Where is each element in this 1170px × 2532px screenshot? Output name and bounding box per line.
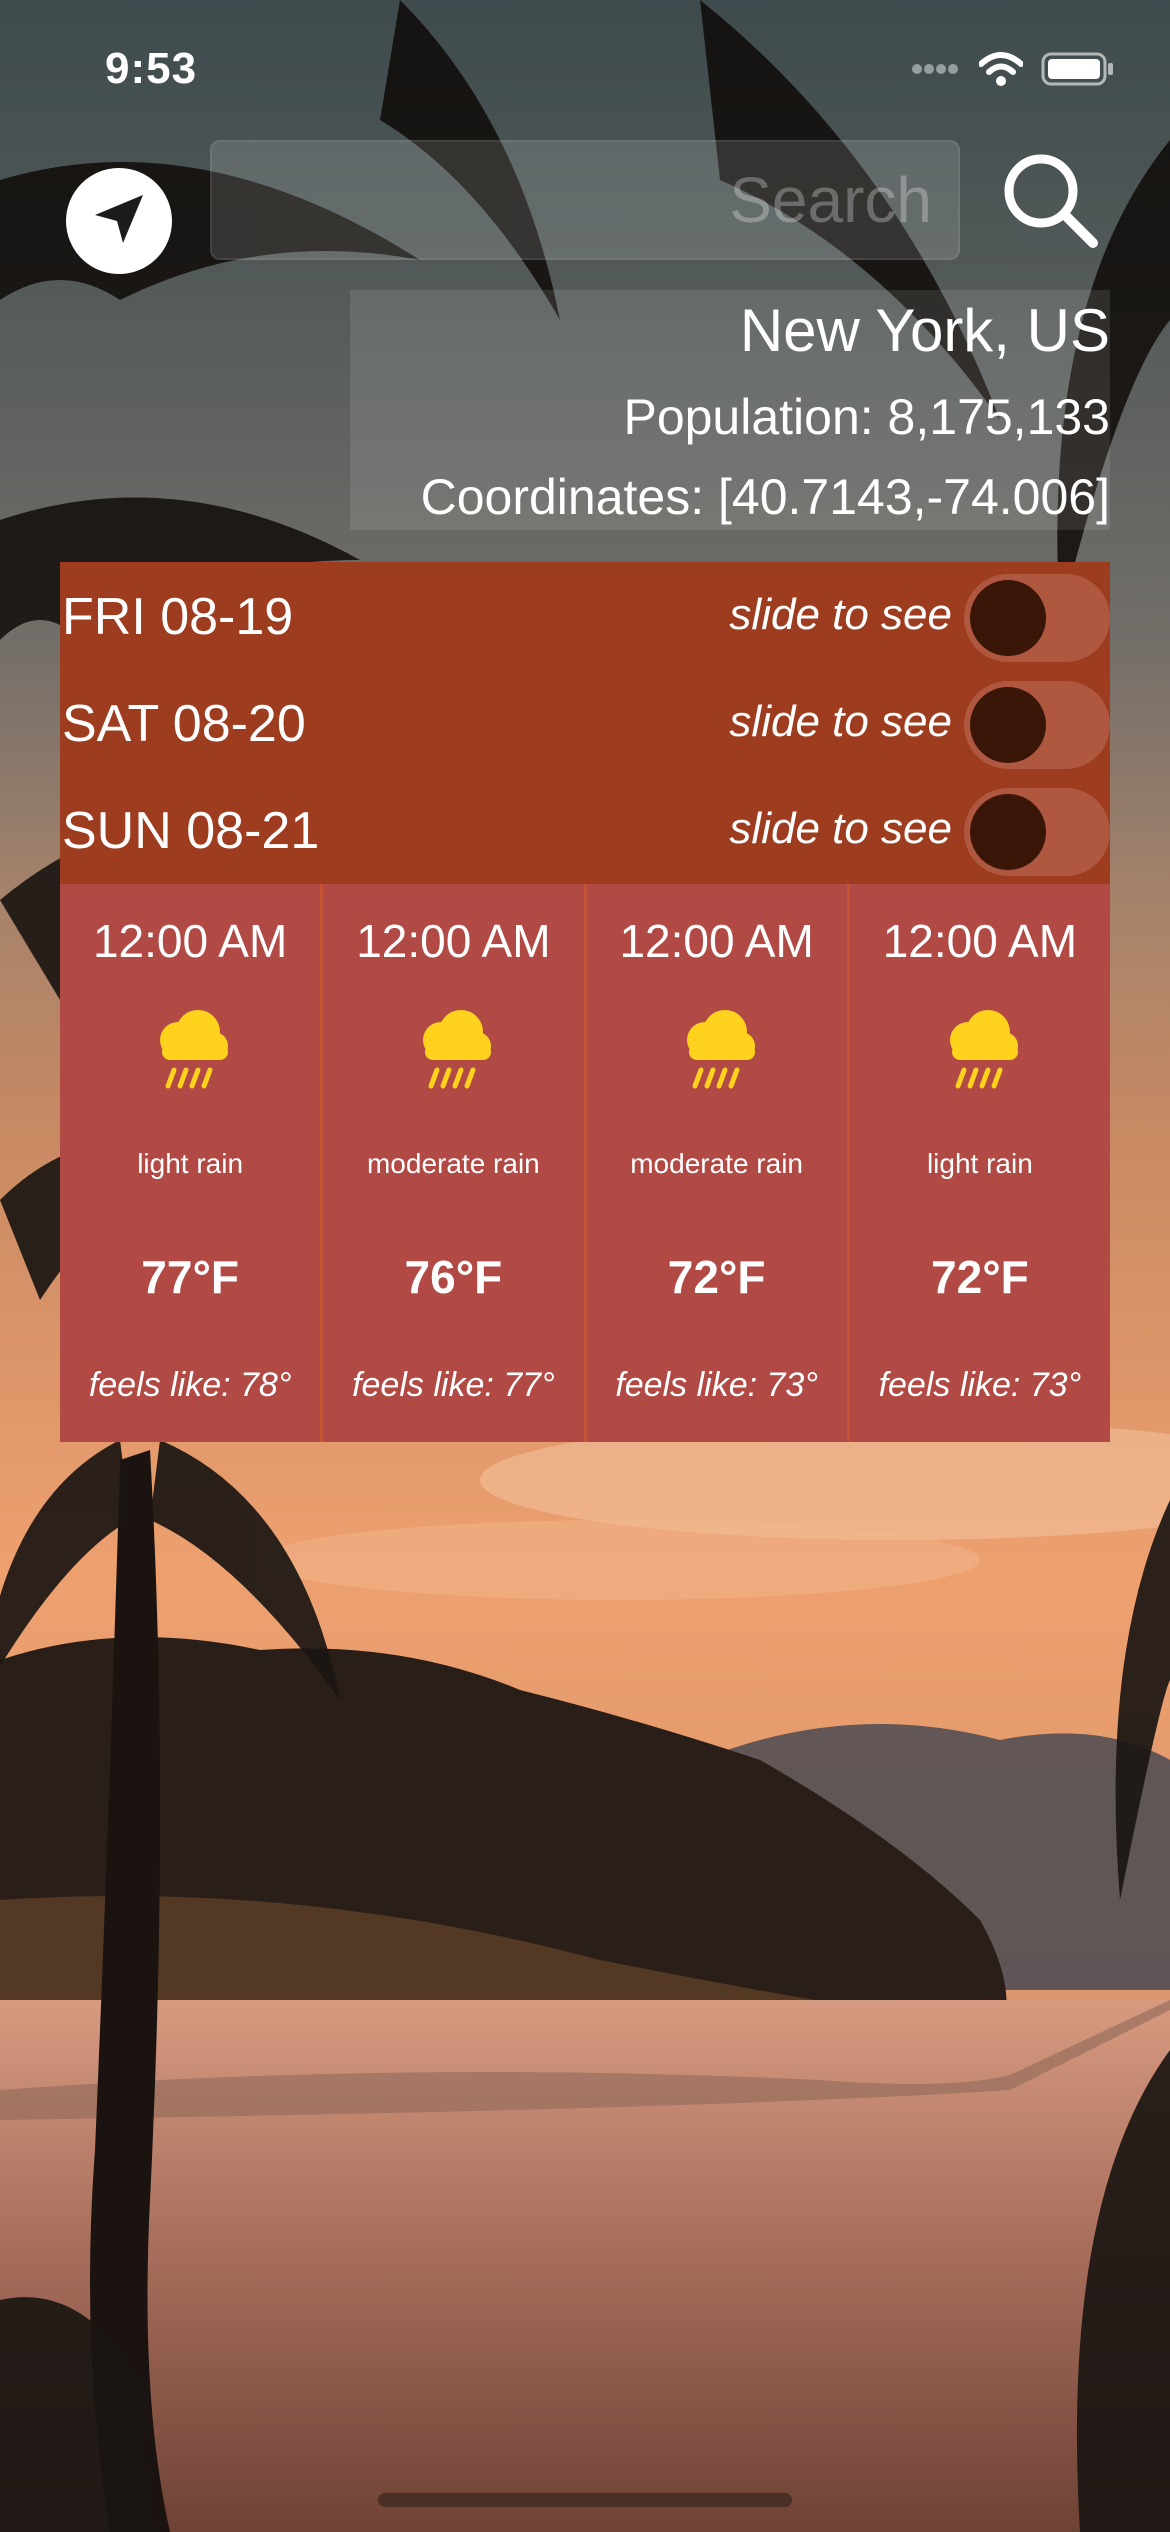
- hour-feels-like: feels like: 73°: [878, 1366, 1082, 1404]
- day-toggle[interactable]: [964, 681, 1110, 769]
- day-toggle[interactable]: [964, 574, 1110, 662]
- wifi-icon: [978, 52, 1024, 91]
- hour-time: 12:00 AM: [619, 915, 814, 967]
- hour-time: 12:00 AM: [92, 915, 288, 967]
- hour-temperature: 77°F: [141, 1251, 239, 1303]
- city-population: Population: 8,175,133: [623, 389, 1110, 445]
- search-input[interactable]: [212, 142, 958, 258]
- hour-cell[interactable]: 12:00 AM moderate rain 72°F feels like: …: [583, 884, 847, 1442]
- hour-description: light rain: [137, 1148, 244, 1179]
- hour-description: moderate rain: [366, 1148, 540, 1179]
- day-hint: slide to see: [729, 804, 952, 853]
- day-row: SUN 08-21 slide to see: [60, 776, 1110, 884]
- hour-feels-like: feels like: 73°: [615, 1366, 818, 1404]
- city-name: New York, US: [739, 297, 1110, 364]
- rain-cloud-icon: [949, 1010, 1018, 1089]
- rain-cloud-icon: [160, 1010, 229, 1089]
- status-time: 9:53: [105, 44, 198, 93]
- status-icons: [911, 52, 1115, 91]
- hour-description: moderate rain: [630, 1148, 803, 1179]
- day-toggle[interactable]: [964, 788, 1110, 876]
- rain-cloud-icon: [423, 1010, 492, 1089]
- hour-time: 12:00 AM: [882, 915, 1078, 967]
- search-field[interactable]: [210, 140, 960, 260]
- search-icon: [995, 154, 1105, 259]
- day-hint: slide to see: [729, 590, 952, 639]
- day-row: SAT 08-20 slide to see: [60, 669, 1110, 777]
- day-row: FRI 08-19 slide to see: [60, 562, 1110, 670]
- day-label: SUN 08-21: [62, 802, 320, 860]
- hour-temperature: 72°F: [667, 1251, 766, 1303]
- hour-cell[interactable]: 12:00 AM light rain 77°F feels like: 78°: [60, 884, 320, 1442]
- day-label: SAT 08-20: [62, 695, 306, 753]
- hour-cell[interactable]: 12:00 AM moderate rain 76°F feels like: …: [320, 884, 583, 1442]
- search-button[interactable]: [995, 145, 1105, 255]
- location-button[interactable]: [66, 168, 172, 274]
- hour-description: light rain: [926, 1148, 1033, 1179]
- hourly-forecast: 12:00 AM light rain 77°F feels like: 78°…: [60, 884, 1110, 1442]
- hour-feels-like: feels like: 77°: [352, 1366, 555, 1404]
- rain-cloud-icon: [686, 1010, 755, 1089]
- toggle-knob[interactable]: [970, 687, 1046, 763]
- hour-temperature: 72°F: [931, 1251, 1029, 1303]
- home-indicator[interactable]: [378, 2493, 792, 2507]
- day-list: FRI 08-19 slide to see SAT 08-20 slide t…: [60, 562, 1110, 884]
- day-label: FRI 08-19: [62, 588, 294, 646]
- hour-temperature: 76°F: [404, 1251, 503, 1303]
- day-hint: slide to see: [729, 697, 952, 746]
- battery-icon: [1041, 52, 1115, 91]
- city-coordinates: Coordinates: [40.7143,-74.006]: [420, 469, 1110, 525]
- hour-time: 12:00 AM: [356, 915, 551, 967]
- cellular-signal-icon: [911, 62, 961, 81]
- hour-feels-like: feels like: 78°: [88, 1366, 292, 1404]
- toggle-knob[interactable]: [970, 794, 1046, 870]
- location-arrow-icon: [89, 189, 149, 254]
- hour-cell[interactable]: 12:00 AM light rain 72°F feels like: 73°: [846, 884, 1110, 1442]
- toggle-knob[interactable]: [970, 580, 1046, 656]
